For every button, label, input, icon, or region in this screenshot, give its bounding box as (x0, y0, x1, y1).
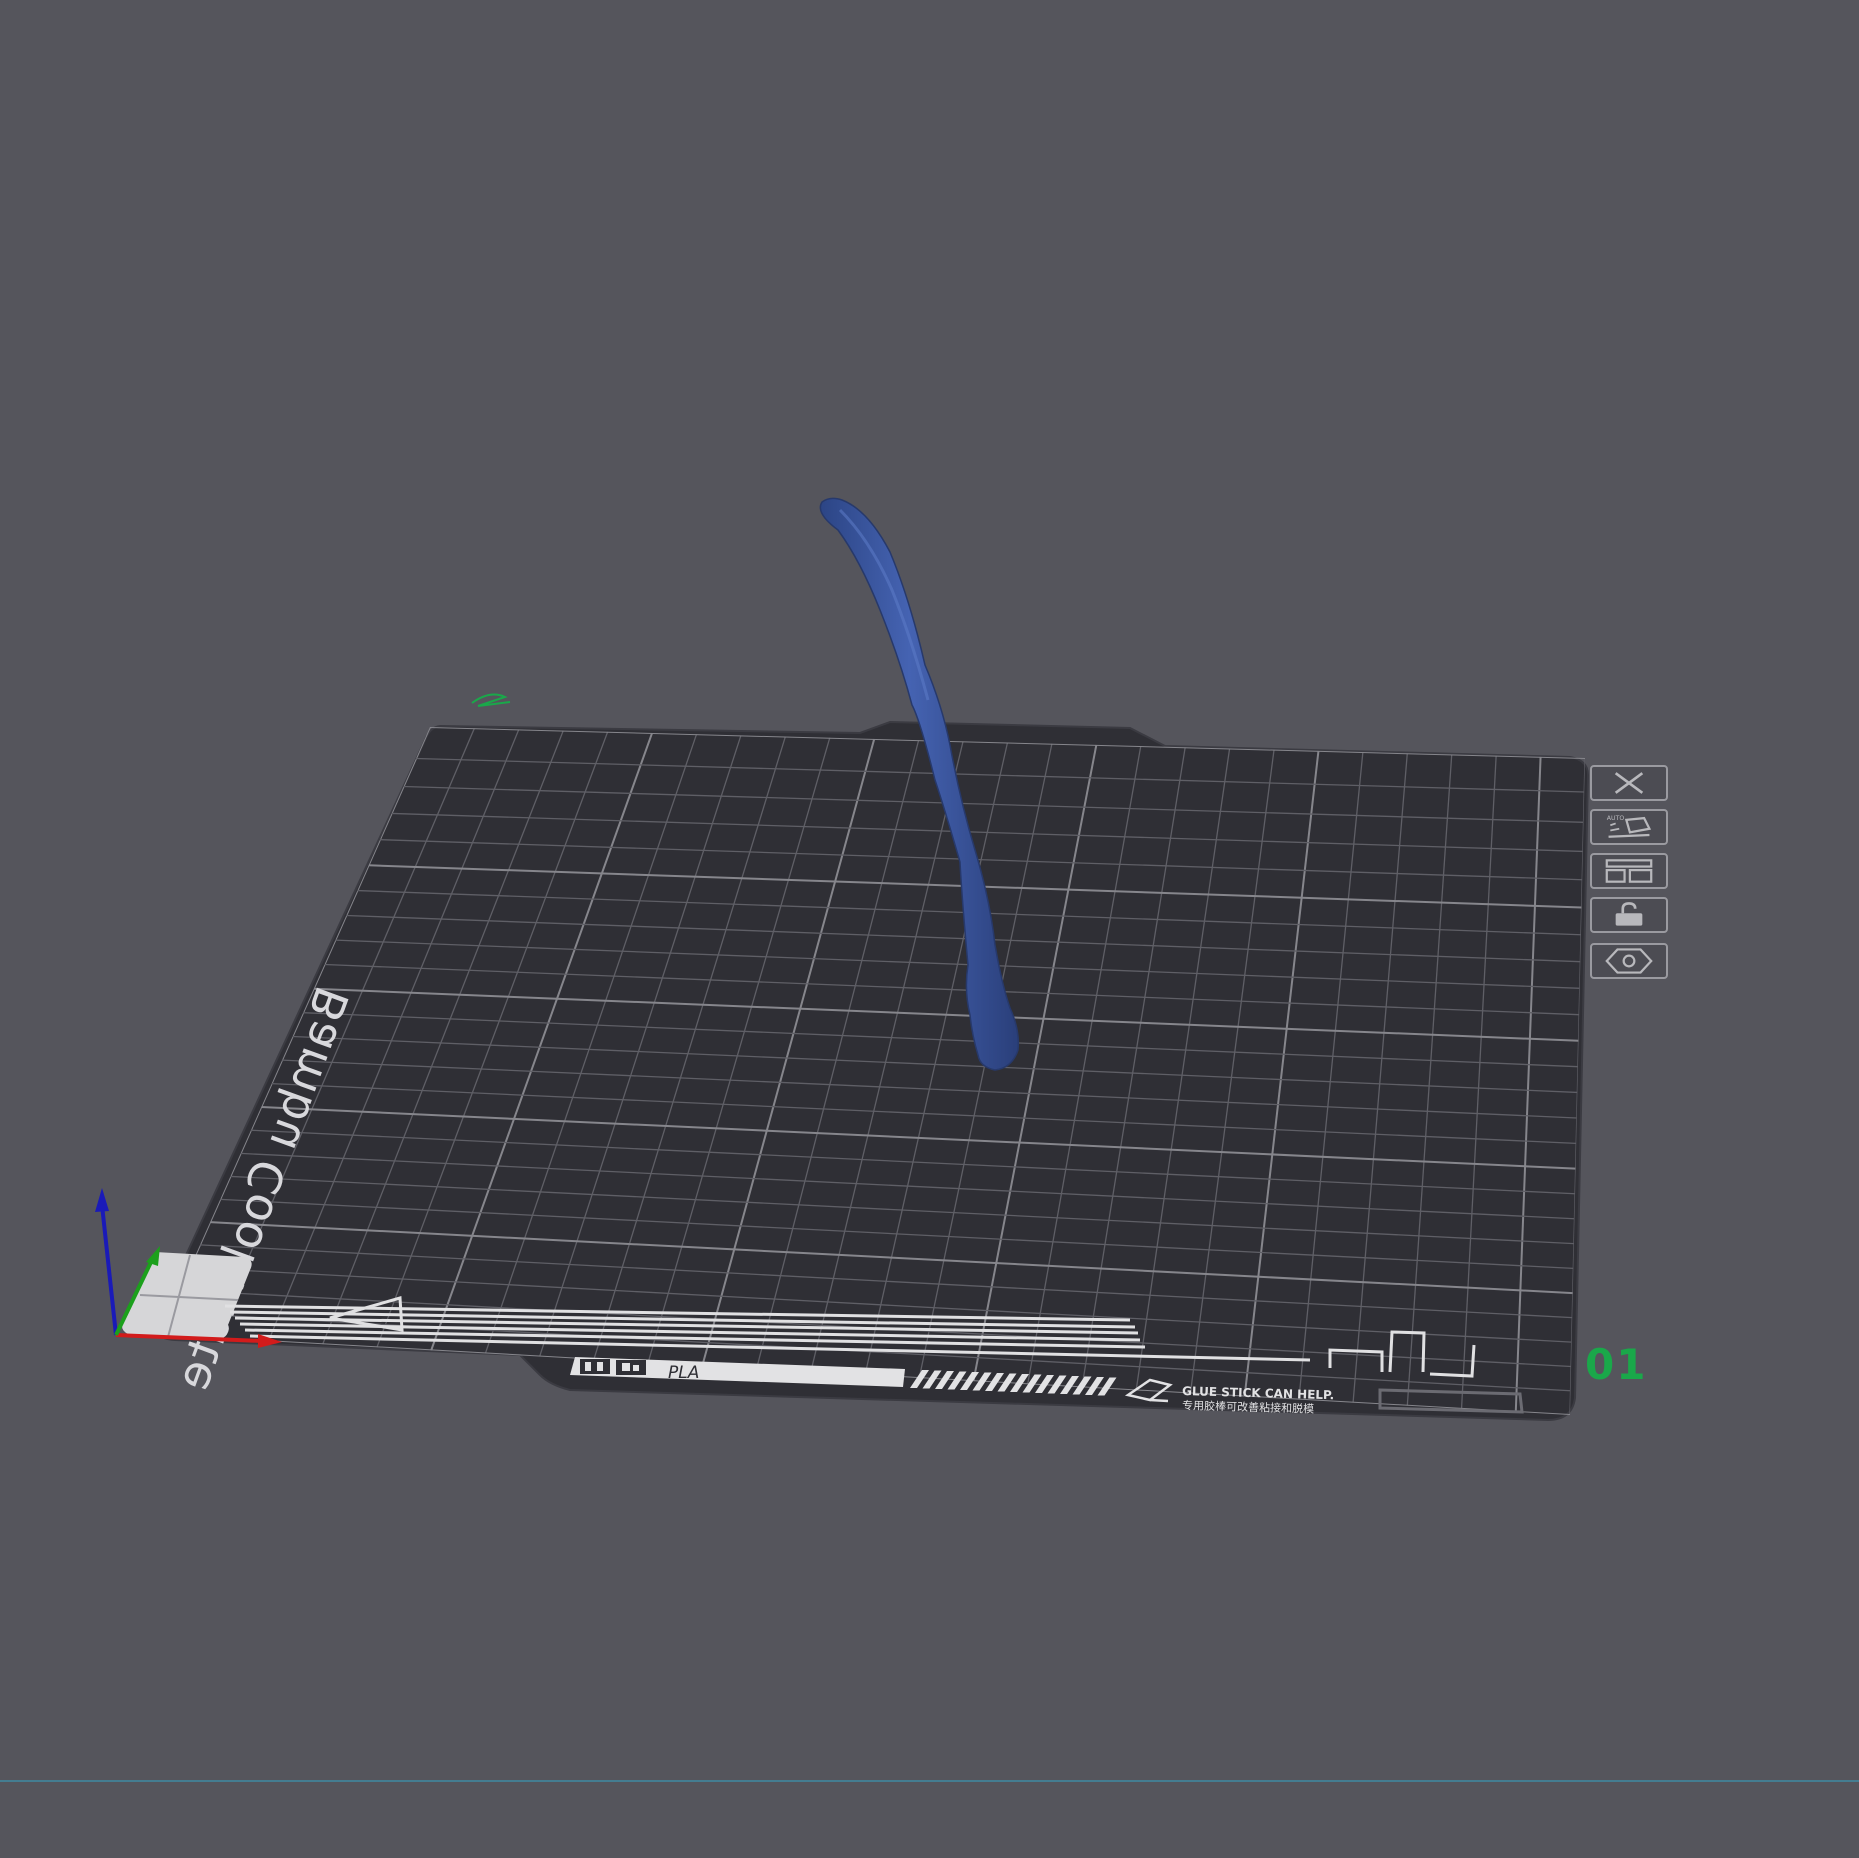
close-plate-button[interactable] (1590, 765, 1668, 801)
plate-settings-button[interactable] (1590, 943, 1668, 979)
z-axis-arrow (95, 1188, 109, 1212)
arrange-icon (1605, 859, 1653, 883)
viewport-bottom-edge (0, 1780, 1859, 1782)
filament-label: PLA (668, 1363, 699, 1383)
build-scene: Bambu Cool Plate PLA GLUE STICK CAN HELP… (95, 497, 1590, 1422)
y-axis-arrow (146, 1246, 160, 1266)
close-icon (1614, 772, 1644, 794)
plate-marker-icon (471, 693, 511, 707)
auto-orient-button[interactable]: AUTO (1590, 809, 1668, 845)
svg-text:AUTO: AUTO (1607, 815, 1625, 822)
3d-viewport[interactable]: Bambu Cool Plate PLA GLUE STICK CAN HELP… (0, 0, 1859, 1858)
auto-orient-icon: AUTO (1607, 815, 1652, 838)
arrange-button[interactable] (1590, 853, 1668, 889)
gear-icon (1605, 948, 1653, 974)
lock-icon (1615, 902, 1643, 926)
lock-plate-button[interactable] (1590, 897, 1668, 933)
plate-number: 01 (1585, 1340, 1648, 1389)
z-axis (100, 1204, 118, 1336)
